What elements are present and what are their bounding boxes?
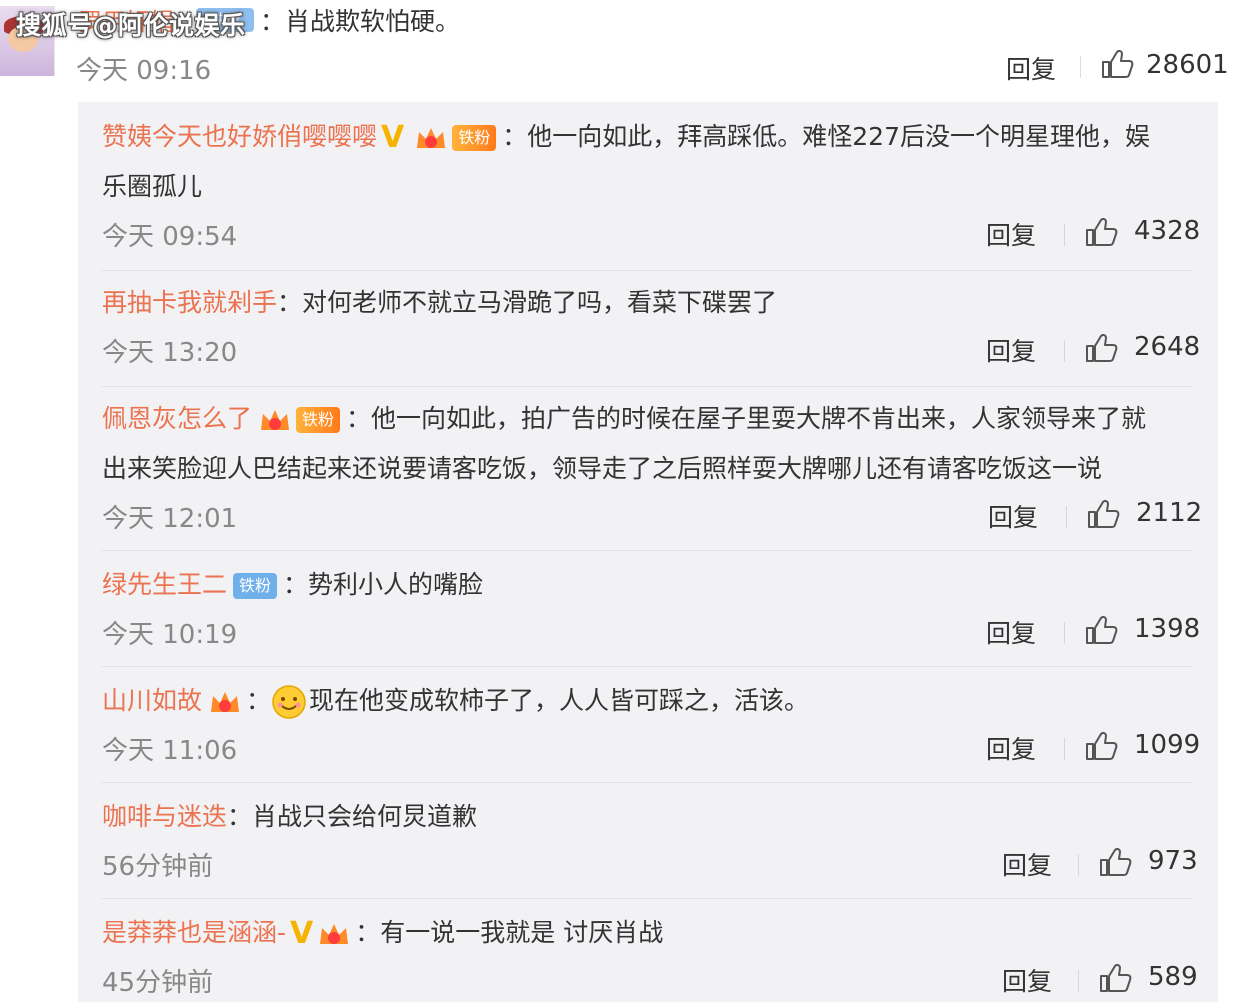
divider <box>102 270 1192 271</box>
comment-time: 56分钟前 <box>102 852 214 882</box>
divider <box>102 666 1192 667</box>
commenter-name[interactable]: 赞姨今天也好娇俏嘤嘤嘤 <box>102 122 377 151</box>
divider <box>102 386 1192 387</box>
comment-time: 今天 11:06 <box>102 736 238 766</box>
list-item: 绿先生王二 铁粉 ：势利小人的嘴脸 今天 10:19 回复 1398 <box>102 560 1200 656</box>
like-icon[interactable] <box>1084 332 1118 368</box>
commenter-name[interactable]: 咖啡与迷迭 <box>102 802 227 831</box>
watermark: 搜狐号@阿伦说娱乐 <box>16 11 246 40</box>
fan-badge: 铁粉 <box>414 124 497 152</box>
like-icon[interactable] <box>1086 498 1120 534</box>
list-item: 山川如故 ： 现在他变成软柿子了，人人皆可踩之，活该。 今天 11:06 回复 10… <box>102 676 1200 772</box>
vip-v-icon: V <box>290 916 314 951</box>
divider <box>1064 622 1065 644</box>
like-count: 589 <box>1148 962 1198 992</box>
divider <box>102 550 1192 551</box>
comment-text: ：肖战欺软怕硬。 <box>260 7 461 36</box>
reply-button[interactable]: 回复 <box>986 216 1036 252</box>
comment-time: 今天 09:54 <box>102 222 238 252</box>
comment-time: 45分钟前 <box>102 968 214 998</box>
comment-text: ：肖战只会给何炅道歉 <box>227 802 478 831</box>
comment-time: 今天 13:20 <box>102 338 238 368</box>
divider <box>102 782 1192 783</box>
like-count: 973 <box>1148 846 1198 876</box>
reply-button[interactable]: 回复 <box>1002 962 1052 998</box>
like-count: 28601 <box>1146 50 1229 80</box>
crown-icon <box>261 410 290 430</box>
reply-button[interactable]: 回复 <box>986 614 1036 650</box>
colon: ： <box>246 686 272 715</box>
comment-text: ：势利小人的嘴脸 <box>283 570 484 599</box>
divider <box>1064 738 1065 760</box>
like-icon[interactable] <box>1084 614 1118 650</box>
crown-icon <box>320 924 349 944</box>
reply-button[interactable]: 回复 <box>1006 50 1056 86</box>
like-count: 1099 <box>1134 730 1201 760</box>
list-item: 咖啡与迷迭：肖战只会给何炅道歉 56分钟前 回复 973 <box>102 792 1198 888</box>
like-icon[interactable] <box>1084 730 1118 766</box>
comment-text: ：他一向如此，拍广告的时候在屋子里耍大牌不肯出来，人家领导来了就 <box>346 404 1147 433</box>
like-icon[interactable] <box>1098 846 1132 882</box>
divider <box>1080 56 1081 78</box>
commenter-name[interactable]: 绿先生王二 <box>102 570 227 599</box>
list-item: 佩恩灰怎么了 铁粉 ：他一向如此，拍广告的时候在屋子里耍大牌不肯出来，人家领导来了就… <box>102 394 1202 540</box>
reply-button[interactable]: 回复 <box>1002 846 1052 882</box>
reply-button[interactable]: 回复 <box>986 730 1036 766</box>
like-count: 2648 <box>1134 332 1201 362</box>
divider <box>1064 340 1065 362</box>
commenter-name[interactable]: 山川如故 <box>102 686 202 715</box>
like-count: 2112 <box>1136 498 1203 528</box>
reply-panel: 赞姨今天也好娇俏嘤嘤嘤 V 铁粉 ：他一向如此，拜高踩低。难怪227后没一个明星理他，… <box>78 102 1218 1002</box>
like-icon[interactable] <box>1084 216 1118 252</box>
comment-text: ：对何老师不就立马滑跪了吗，看菜下碟罢了 <box>277 288 778 317</box>
fan-badge: 铁粉 <box>258 406 341 434</box>
vip-v-icon: V <box>381 120 405 155</box>
commenter-name[interactable]: 再抽卡我就剁手 <box>102 288 277 317</box>
like-count: 4328 <box>1134 216 1201 246</box>
like-count: 1398 <box>1134 614 1201 644</box>
comment-text: ：有一说一我就是 讨厌肖战 <box>355 918 664 947</box>
divider <box>1066 506 1067 528</box>
fan-badge: 铁粉 <box>233 573 278 599</box>
reply-button[interactable]: 回复 <box>988 498 1038 534</box>
divider <box>1078 854 1079 876</box>
divider <box>1078 970 1079 992</box>
crown-icon <box>417 128 446 148</box>
like-icon[interactable] <box>1100 48 1134 84</box>
comment-text-cont: 出来笑脸迎人巴结起来还说要请客吃饭，领导走了之后照样耍大牌哪儿还有请客吃饭这一说 <box>102 454 1103 483</box>
comment-time: 今天 12:01 <box>102 504 238 534</box>
commenter-name[interactable]: 是莽莽也是涵涵- <box>102 918 286 947</box>
list-item: 再抽卡我就剁手：对何老师不就立马滑跪了吗，看菜下碟罢了 今天 13:20 回复 … <box>102 278 1200 374</box>
divider <box>102 898 1192 899</box>
divider <box>1064 224 1065 246</box>
commenter-name[interactable]: 佩恩灰怎么了 <box>102 404 252 433</box>
list-item: 赞姨今天也好娇俏嘤嘤嘤 V 铁粉 ：他一向如此，拜高踩低。难怪227后没一个明星理他，… <box>102 112 1200 258</box>
comment-text: 现在他变成软柿子了，人人皆可踩之，活该。 <box>309 686 810 715</box>
like-icon[interactable] <box>1098 962 1132 998</box>
comment-time: 今天 09:16 <box>76 56 212 86</box>
comment-text-cont: 乐圈孤儿 <box>102 172 203 201</box>
reply-button[interactable]: 回复 <box>986 332 1036 368</box>
comment-time: 今天 10:19 <box>102 620 238 650</box>
comment-text: ：他一向如此，拜高踩低。难怪227后没一个明星理他，娱 <box>502 122 1150 151</box>
list-item: 是莽莽也是涵涵- V ：有一说一我就是 讨厌肖战 45分钟前 回复 589 <box>102 908 1198 1004</box>
crown-icon <box>211 692 240 712</box>
smile-emoji-icon <box>272 685 306 719</box>
